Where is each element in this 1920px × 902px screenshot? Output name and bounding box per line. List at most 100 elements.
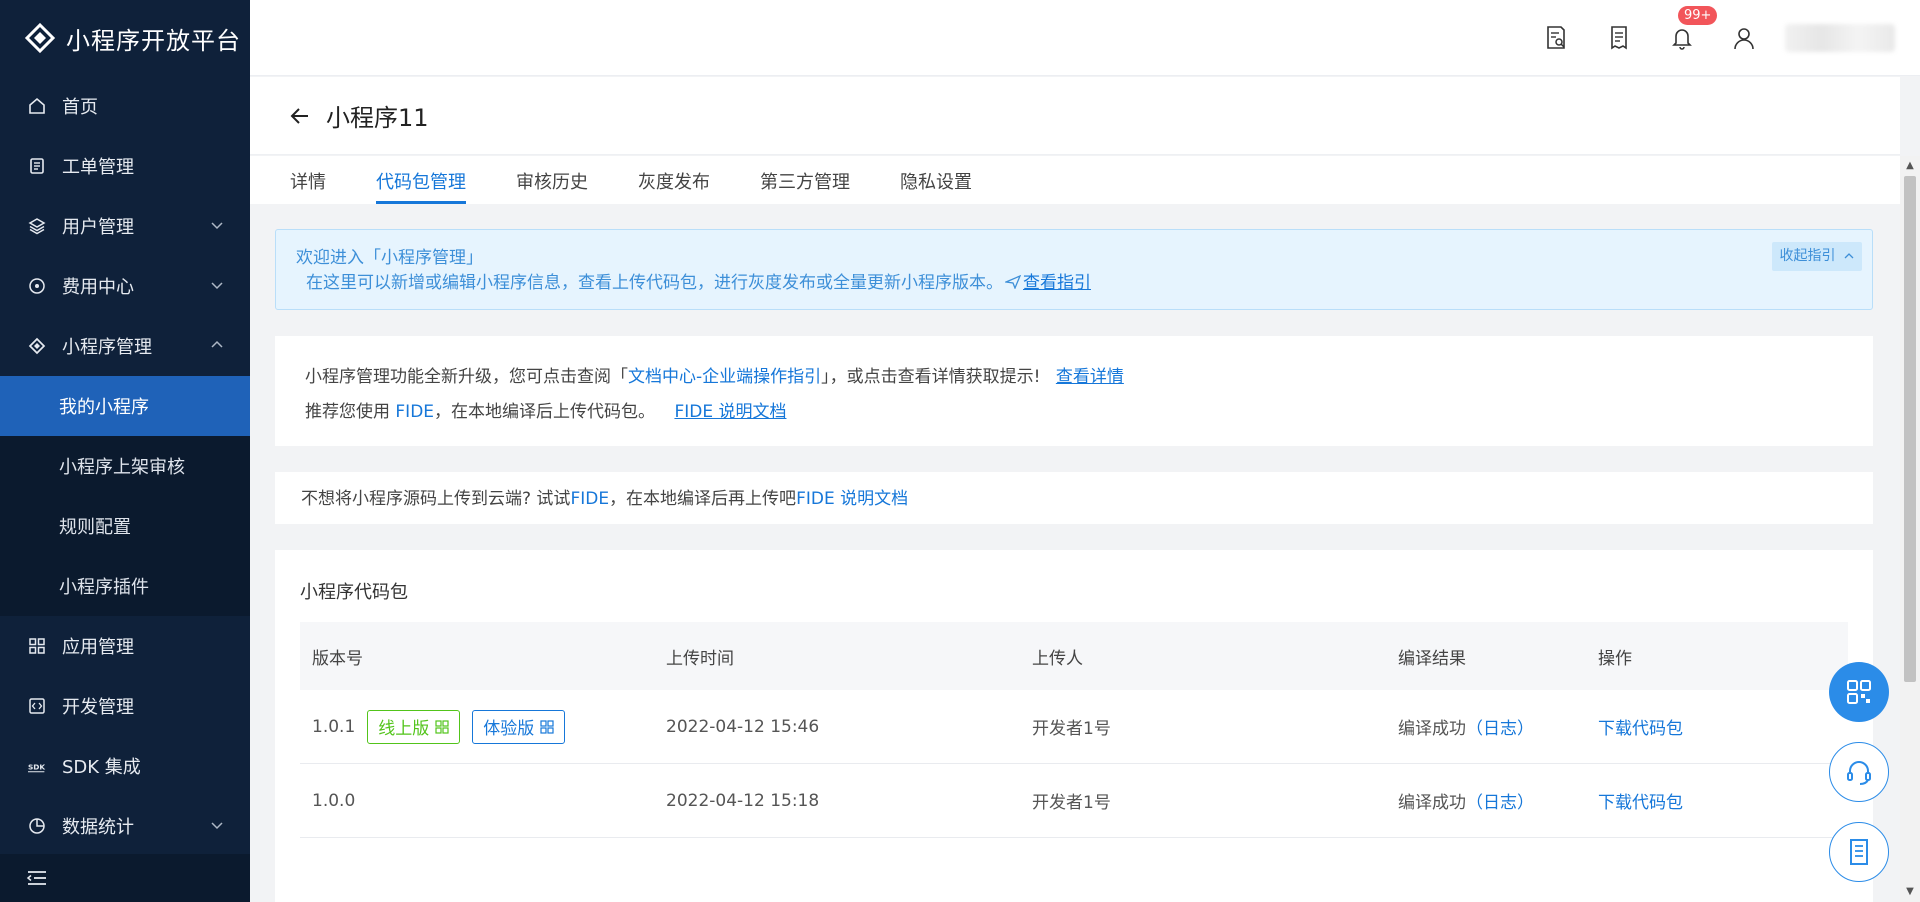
floating-support-button[interactable] [1829,742,1889,802]
app-grid-icon [1847,680,1871,704]
tab-privacy[interactable]: 隐私设置 [900,156,972,204]
sidebar-item-label: 应用管理 [62,637,134,658]
notifications-button[interactable]: 99+ [1668,6,1718,52]
download-package-link[interactable]: 下载代码包 [1598,719,1683,739]
tag-label: 线上版 [378,719,430,739]
chevron-down-icon [211,282,223,290]
fide-text: FIDE [395,402,435,422]
sidebar-item-listing-review[interactable]: 小程序上架审核 [0,436,250,496]
notice-text: 推荐您使用 [305,402,390,422]
collapse-menu-icon [26,871,46,885]
floating-docs-button[interactable] [1829,822,1889,882]
back-arrow-icon[interactable] [288,104,312,128]
sidebar-item-home[interactable]: 首页 [0,76,250,136]
version-number: 1.0.1 [312,716,356,737]
search-document-icon [1547,26,1565,49]
upgrade-notice-line2: 推荐您使用 FIDE，在本地编译后上传代码包。 FIDE 说明文档 [305,395,1843,430]
sidebar-item-users[interactable]: 用户管理 [0,196,250,256]
view-guide-link[interactable]: 查看指引 [1023,273,1091,293]
download-package-link[interactable]: 下载代码包 [1598,793,1683,813]
page-title: 小程序11 [326,104,429,132]
sidebar-item-label: 数据统计 [62,817,134,838]
tab-gray-release[interactable]: 灰度发布 [638,156,710,204]
user-icon [1734,28,1754,50]
tab-review-history[interactable]: 审核历史 [516,156,588,204]
trial-version-tag[interactable]: 体验版 [472,709,566,744]
fide-notice: 不想将小程序源码上传到云端? 试试FIDE，在本地编译后再上传吧FIDE 说明文… [275,472,1873,524]
layers-icon [28,217,46,235]
miniapp-submenu: 我的小程序 小程序上架审核 规则配置 小程序插件 [0,376,250,616]
sidebar-item-tickets[interactable]: 工单管理 [0,136,250,196]
tab-third-party[interactable]: 第三方管理 [760,156,850,204]
sdk-icon: SDK [28,757,46,775]
view-log-link[interactable]: （日志） [1466,793,1534,813]
pie-chart-icon [28,817,46,835]
compile-status: 编译成功 [1398,719,1466,739]
logo-icon [24,22,56,54]
headset-icon [1847,761,1871,785]
sidebar-item-label: 工单管理 [62,157,134,178]
chevron-down-icon [211,222,223,230]
content-scrollbar[interactable]: ▲ ▼ [1900,156,1920,902]
view-log-link[interactable]: （日志） [1466,719,1534,739]
floating-qrcode-button[interactable] [1829,662,1889,722]
sidebar-item-label: 开发管理 [62,697,134,718]
doc-center-link[interactable]: 文档中心-企业端操作指引 [628,367,821,387]
table-row: 1.0.0 2022-04-12 15:18 开发者1号 编译成功（日志） 下载… [300,764,1848,838]
sidebar-item-label: 用户管理 [62,217,134,238]
qrcode-icon [540,719,554,734]
view-details-link[interactable]: 查看详情 [1056,367,1124,387]
table-row: 1.0.1 线上版 体验版 2022-04-12 15:46 开发者1号 编译成… [300,690,1848,764]
app-logo[interactable]: 小程序开放平台 [0,0,250,76]
scroll-thumb[interactable] [1904,176,1916,682]
user-name-blurred[interactable] [1785,24,1895,52]
scroll-down-arrow[interactable]: ▼ [1904,886,1916,898]
upgrade-notice-line1: 小程序管理功能全新升级，您可点击查阅「文档中心-企业端操作指引」，或点击查看详情… [305,360,1843,395]
upload-time: 2022-04-12 15:18 [666,790,820,811]
search-doc-button[interactable] [1542,24,1570,52]
sidebar-item-plugins[interactable]: 小程序插件 [0,556,250,616]
notice-text: 」，或点击查看详情获取提示! [821,367,1041,387]
tab-bar: 详情 代码包管理 审核历史 灰度发布 第三方管理 隐私设置 [250,156,1900,204]
sidebar-item-rules[interactable]: 规则配置 [0,496,250,556]
sidebar-item-miniapp[interactable]: 小程序管理 [0,316,250,376]
notice-text: 小程序管理功能全新升级，您可点击查阅「 [305,367,628,387]
actions-cell: 下载代码包 [1598,788,1848,813]
tab-code-packages[interactable]: 代码包管理 [376,156,466,204]
user-profile-button[interactable] [1730,24,1758,52]
sidebar-item-my-miniapps[interactable]: 我的小程序 [0,376,250,436]
notice-text: ，在本地编译后上传代码包。 [434,402,656,422]
app-title: 小程序开放平台 [66,26,241,55]
page-header: 小程序11 [250,77,1900,155]
tab-details[interactable]: 详情 [290,156,326,204]
code-package-table: 版本号 上传时间 上传人 编译结果 操作 1.0.1 线上版 体验版 2022-… [300,622,1848,838]
fide-doc-link[interactable]: FIDE 说明文档 [674,402,786,422]
sidebar-item-stats[interactable]: 数据统计 [0,796,250,856]
column-header-version: 版本号 [312,648,363,669]
version-number: 1.0.0 [312,790,356,811]
fide-doc-link[interactable]: FIDE 说明文档 [796,489,908,509]
miniapp-icon [28,337,46,355]
compile-result: 编译成功（日志） [1398,714,1598,739]
orders-button[interactable] [1605,24,1633,52]
version-cell: 1.0.1 线上版 体验版 [300,709,666,744]
online-version-tag[interactable]: 线上版 [367,709,461,744]
sidebar-item-sdk[interactable]: SDK SDK 集成 [0,736,250,796]
bell-icon [1672,29,1692,50]
sidebar-collapse-button[interactable] [0,854,250,902]
column-header-actions: 操作 [1598,648,1632,669]
grid-icon [28,637,46,655]
sidebar-item-dev[interactable]: 开发管理 [0,676,250,736]
uploader: 开发者1号 [1032,793,1111,813]
column-header-compile-result: 编译结果 [1398,648,1466,669]
home-icon [28,97,46,115]
sidebar-item-billing[interactable]: 费用中心 [0,256,250,316]
qrcode-icon [435,719,449,734]
sidebar-item-apps[interactable]: 应用管理 [0,616,250,676]
collapse-guide-button[interactable]: 收起指引 [1771,242,1862,271]
guide-text: 在这里可以新增或编辑小程序信息，查看上传代码包，进行灰度发布或全量更新小程序版本… [306,273,1003,293]
collapse-guide-label: 收起指引 [1779,248,1836,264]
sidebar: 小程序开放平台 首页 工单管理 用户管理 费用中心 小程序管理 我的小程序 小程… [0,0,250,902]
scroll-up-arrow[interactable]: ▲ [1904,160,1916,172]
chevron-down-icon [211,822,223,830]
